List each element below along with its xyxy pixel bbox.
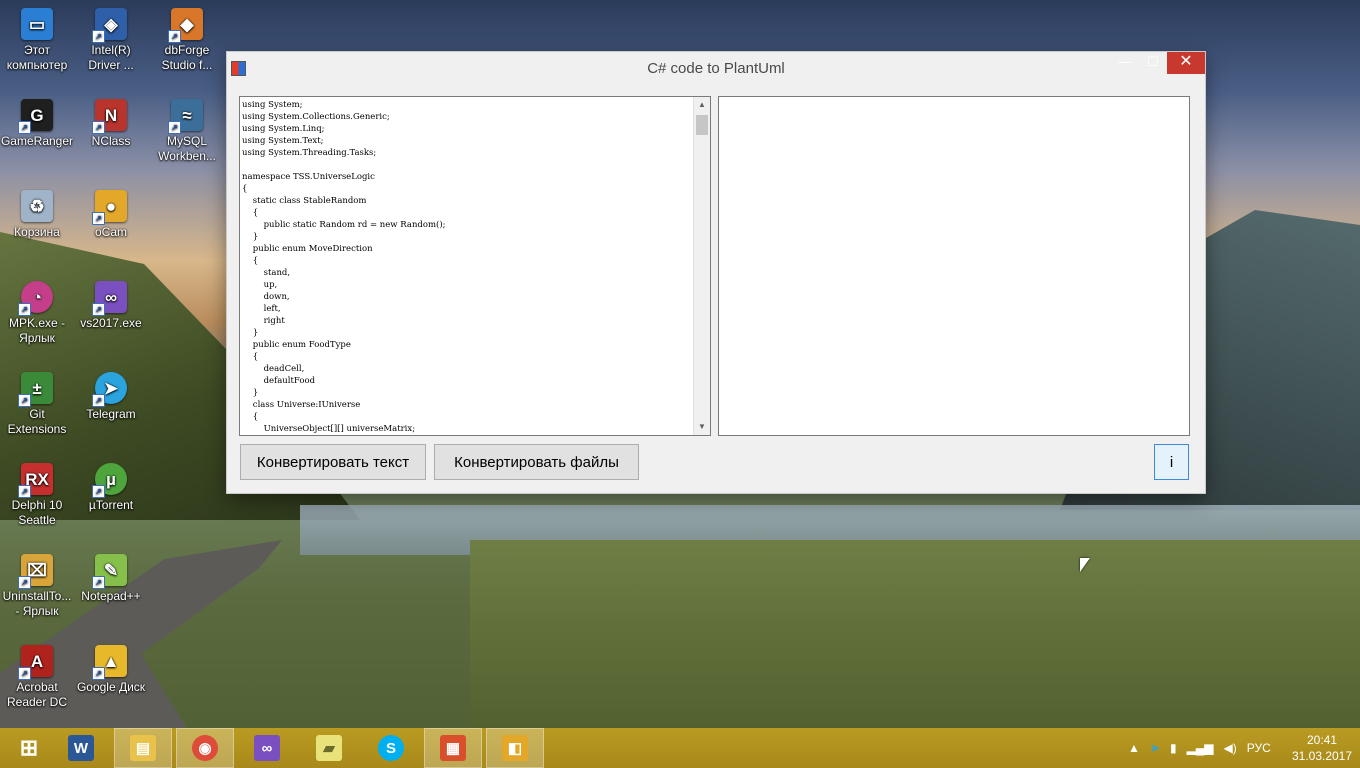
minimize-button[interactable]: — bbox=[1111, 52, 1139, 74]
desktop-icon-delphi[interactable]: RX ↗ Delphi 10 Seattle bbox=[0, 463, 74, 528]
volume-icon[interactable]: ◀) bbox=[1224, 741, 1237, 755]
desktop-icon-acrobat[interactable]: A ↗ Acrobat Reader DC bbox=[0, 645, 74, 710]
telegram-tray-icon[interactable]: ➤ bbox=[1150, 741, 1160, 755]
taskbar-chrome[interactable]: ◉ bbox=[176, 728, 234, 768]
desktop-icon-ocam[interactable]: ● ↗ oCam bbox=[74, 190, 148, 240]
taskbar-plantuml-app[interactable]: ▦ bbox=[424, 728, 482, 768]
desktop-icon-uninstall-tool[interactable]: ⌧ ↗ UninstallTo... - Ярлык bbox=[0, 554, 74, 619]
intel-shield-icon: ◈ ↗ bbox=[92, 8, 127, 43]
taskbar-skype[interactable]: S bbox=[362, 728, 420, 768]
gameranger-icon: G ↗ bbox=[18, 99, 53, 134]
window-title: C# code to PlantUml bbox=[647, 60, 785, 77]
desktop-icon-git-extensions[interactable]: ± ↗ Git Extensions bbox=[0, 372, 74, 437]
desktop-icon-intel-driver[interactable]: ◈ ↗ Intel(R) Driver ... bbox=[74, 8, 148, 73]
show-hidden-icons-chevron-icon[interactable]: ▲ bbox=[1128, 741, 1140, 755]
ocam-icon: ● ↗ bbox=[92, 190, 127, 225]
recycle-bin-icon: ♻ bbox=[21, 190, 53, 222]
file-explorer-icon: ▤ bbox=[130, 735, 156, 761]
network-icon[interactable]: ▂▄▆ bbox=[1187, 741, 1214, 755]
ocam-taskbar-icon: ◧ bbox=[502, 735, 528, 761]
taskbar: ⊞ W ▤ ◉ ∞ ▰ S ▦ ◧ ▲ ➤ ▮ ▂▄▆ ◀) РУС 20:41… bbox=[0, 728, 1360, 768]
desktop-icon-mysql-workbench[interactable]: ≈ ↗ MySQL Workben... bbox=[150, 99, 224, 164]
desktop-icon-notepad-plus-plus[interactable]: ✎ ↗ Notepad++ bbox=[74, 554, 148, 604]
scroll-down-arrow-icon[interactable]: ▼ bbox=[694, 419, 710, 435]
wallpaper-grass bbox=[470, 540, 1360, 730]
taskbar-sticky-notes[interactable]: ▰ bbox=[300, 728, 358, 768]
scroll-up-arrow-icon[interactable]: ▲ bbox=[694, 97, 710, 113]
computer-icon: ▭ bbox=[21, 8, 53, 40]
source-code-textbox[interactable]: using System; using System.Collections.G… bbox=[239, 96, 711, 436]
close-button[interactable]: ✕ bbox=[1167, 52, 1205, 74]
clock[interactable]: 20:41 31.03.2017 bbox=[1290, 732, 1354, 764]
visual-studio-icon: ∞ bbox=[254, 735, 280, 761]
output-textbox[interactable] bbox=[718, 96, 1190, 436]
google-drive-icon: ▲ ↗ bbox=[92, 645, 127, 680]
mouse-cursor-icon bbox=[1080, 558, 1090, 572]
notepad-plus-plus-icon: ✎ ↗ bbox=[92, 554, 127, 589]
code-scrollbar[interactable]: ▲ ▼ bbox=[693, 97, 710, 435]
visual-studio-icon: ∞ ↗ bbox=[92, 281, 127, 316]
source-code-text: using System; using System.Collections.G… bbox=[242, 100, 446, 433]
mysql-dolphin-icon: ≈ ↗ bbox=[168, 99, 203, 134]
desktop-icon-dbforge[interactable]: ◆ ↗ dbForge Studio f... bbox=[150, 8, 224, 73]
git-extensions-icon: ± ↗ bbox=[18, 372, 53, 407]
telegram-icon: ➤ ↗ bbox=[92, 372, 127, 407]
clock-date: 31.03.2017 bbox=[1291, 749, 1353, 763]
desktop-icon-telegram[interactable]: ➤ ↗ Telegram bbox=[74, 372, 148, 422]
utorrent-icon: µ ↗ bbox=[92, 463, 127, 498]
windows-start-icon: ⊞ bbox=[19, 735, 39, 760]
taskbar-word[interactable]: W bbox=[52, 728, 110, 768]
language-indicator[interactable]: РУС bbox=[1247, 741, 1271, 755]
taskbar-ocam[interactable]: ◧ bbox=[486, 728, 544, 768]
desktop-icon-this-computer[interactable]: ▭ Этот компьютер bbox=[0, 8, 74, 73]
dbforge-icon: ◆ ↗ bbox=[168, 8, 203, 43]
power-icon[interactable]: ▮ bbox=[1170, 741, 1177, 755]
app-window: C# code to PlantUml — ☐ ✕ using System; … bbox=[227, 52, 1205, 493]
plantuml-app-icon: ▦ bbox=[440, 735, 466, 761]
convert-files-button[interactable]: Конвертировать файлы bbox=[434, 444, 639, 480]
skype-icon: S bbox=[378, 735, 404, 761]
desktop-icon-recycle-bin[interactable]: ♻ Корзина bbox=[0, 190, 74, 240]
desktop-icon-vs2017[interactable]: ∞ ↗ vs2017.exe bbox=[74, 281, 148, 331]
maximize-button[interactable]: ☐ bbox=[1139, 52, 1167, 74]
convert-text-button[interactable]: Конвертировать текст bbox=[240, 444, 426, 480]
clock-time: 20:41 bbox=[1306, 733, 1338, 747]
sticky-notes-icon: ▰ bbox=[316, 735, 342, 761]
desktop-icon-utorrent[interactable]: µ ↗ µTorrent bbox=[74, 463, 148, 513]
word-icon: W bbox=[68, 735, 94, 761]
uninstall-tool-icon: ⌧ ↗ bbox=[18, 554, 53, 589]
chrome-icon: ◉ bbox=[192, 735, 218, 761]
nclass-icon: N ↗ bbox=[92, 99, 127, 134]
acrobat-icon: A ↗ bbox=[18, 645, 53, 680]
window-titlebar[interactable]: C# code to PlantUml — ☐ ✕ bbox=[227, 52, 1205, 84]
taskbar-file-explorer[interactable]: ▤ bbox=[114, 728, 172, 768]
taskbar-visual-studio[interactable]: ∞ bbox=[238, 728, 296, 768]
desktop-icon-google-drive[interactable]: ▲ ↗ Google Диск bbox=[74, 645, 148, 695]
desktop-icon-gameranger[interactable]: G ↗ GameRanger bbox=[0, 99, 74, 149]
desktop-icon-mpk[interactable]: ◔ ↗ MPK.exe - Ярлык bbox=[0, 281, 74, 346]
info-button[interactable]: i bbox=[1154, 444, 1189, 480]
delphi-icon: RX ↗ bbox=[18, 463, 53, 498]
desktop-icon-nclass[interactable]: N ↗ NClass bbox=[74, 99, 148, 149]
system-tray: ▲ ➤ ▮ ▂▄▆ ◀) РУС bbox=[1128, 728, 1271, 768]
mpk-icon: ◔ ↗ bbox=[18, 281, 53, 316]
scroll-thumb[interactable] bbox=[696, 115, 708, 135]
start-button[interactable]: ⊞ bbox=[0, 728, 58, 768]
